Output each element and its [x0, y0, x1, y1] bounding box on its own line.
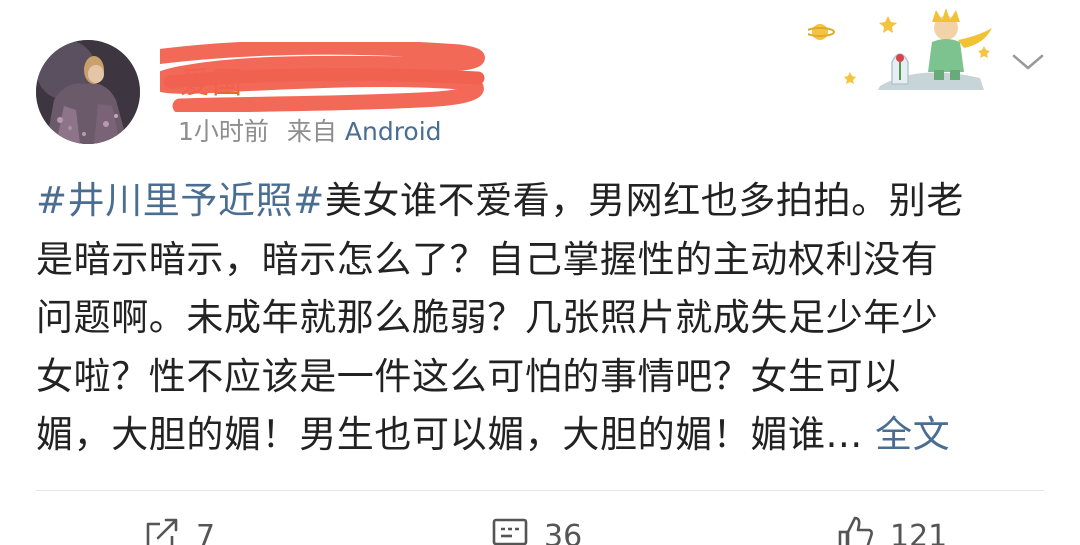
thumbs-up-icon — [838, 516, 873, 545]
source-prefix: 来自 — [286, 117, 337, 146]
post-text: #井川里予近照#美女谁不爱看，男网红也多拍拍。别老 是暗示暗示，暗示怎么了？自己… — [36, 172, 1046, 465]
avatar[interactable] — [36, 40, 140, 144]
like-count: 121 — [890, 519, 948, 545]
hashtag-link[interactable]: #井川里予近照# — [36, 179, 325, 222]
post-text-line-1: #井川里予近照#美女谁不爱看，男网红也多拍拍。别老 — [36, 179, 965, 222]
comment-icon — [492, 518, 528, 545]
chevron-down-icon[interactable] — [1008, 48, 1048, 76]
post-text-line-3: 问题啊。未成年就那么脆弱？几张照片就成失足少年少 — [36, 296, 939, 339]
redaction-scribble — [160, 42, 485, 112]
source-link[interactable]: Android — [345, 117, 442, 146]
divider — [36, 490, 1044, 491]
full-text-link[interactable]: 全文 — [875, 413, 950, 456]
username-area[interactable]: 爱国 — [160, 42, 490, 112]
post-text-line-2: 是暗示暗示，暗示怎么了？自己掌握性的主动权利没有 — [36, 237, 939, 281]
repost-count: 7 — [196, 519, 216, 545]
little-prince-decoration — [805, 6, 994, 90]
weibo-post-card: 爱国 1小时前 来自 Android #井川里予近照#美女谁不爱看，男网红也多拍… — [0, 0, 1080, 545]
post-text-line-4: 女啦？性不应该是一件这么可怕的事情吧？女生可以 — [36, 354, 901, 398]
comment-count: 36 — [544, 519, 583, 545]
comment-button[interactable]: 36 — [490, 508, 582, 545]
repost-icon — [146, 518, 178, 545]
post-text-line-5: 媚，大胆的媚！男生也可以媚，大胆的媚！媚谁... 全文 — [36, 413, 951, 456]
post-meta: 1小时前 来自 Android — [178, 112, 442, 148]
like-button[interactable]: 121 — [836, 508, 947, 545]
post-time: 1小时前 — [178, 117, 269, 146]
repost-button[interactable]: 7 — [142, 508, 215, 545]
